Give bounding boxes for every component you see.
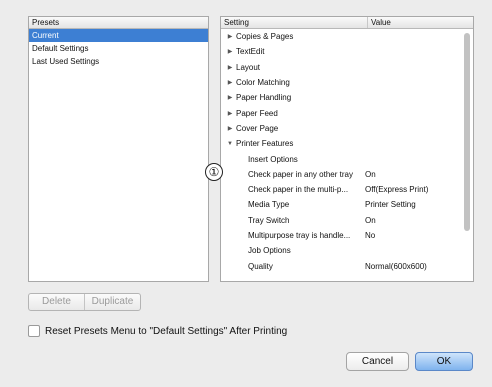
reset-presets-label: Reset Presets Menu to "Default Settings"… xyxy=(45,325,288,337)
setting-row[interactable]: Job Options xyxy=(221,243,473,258)
setting-name-cell: ▼ Printer Features xyxy=(221,139,365,148)
setting-row[interactable]: ▼ Printer Features xyxy=(221,136,473,151)
setting-name-cell: ▶ Copies & Pages xyxy=(221,32,365,41)
preset-actions: Delete Duplicate xyxy=(28,293,141,311)
disclosure-triangle-right-icon[interactable]: ▶ xyxy=(226,79,234,86)
setting-value: On xyxy=(365,215,376,225)
disclosure-triangle-right-icon[interactable]: ▶ xyxy=(226,33,234,40)
setting-name-cell: ▶ Color Matching xyxy=(221,78,365,87)
settings-scrollbar[interactable] xyxy=(464,33,470,231)
duplicate-button[interactable]: Duplicate xyxy=(84,294,140,310)
disclosure-triangle-right-icon[interactable]: ▶ xyxy=(226,64,234,71)
setting-row[interactable]: Media Type Printer Setting xyxy=(221,197,473,212)
setting-name-cell: ▶ Layout xyxy=(221,63,365,72)
setting-name: Layout xyxy=(236,62,261,72)
setting-name: Tray Switch xyxy=(248,215,290,225)
setting-name: Paper Feed xyxy=(236,108,278,118)
setting-name: Media Type xyxy=(248,200,290,210)
settings-header: Setting Value xyxy=(221,17,473,29)
setting-name: Paper Handling xyxy=(236,93,292,103)
preset-item[interactable]: Default Settings xyxy=(29,42,208,55)
setting-name: Check paper in any other tray xyxy=(248,169,353,179)
setting-value: Printer Setting xyxy=(365,200,416,210)
setting-column-header[interactable]: Setting xyxy=(224,17,368,28)
setting-name-cell: ▶ Paper Feed xyxy=(221,109,365,118)
setting-name-cell: Insert Options xyxy=(221,155,365,164)
preset-item[interactable]: Last Used Settings xyxy=(29,55,208,68)
setting-name-cell: ▶ Paper Handling xyxy=(221,93,365,102)
disclosure-triangle-right-icon[interactable]: ▶ xyxy=(226,94,234,101)
setting-name: Check paper in the multi-p... xyxy=(248,185,349,195)
presets-list[interactable]: Presets Current Default Settings Last Used… xyxy=(28,16,209,282)
setting-row[interactable]: ▶ Copies & Pages xyxy=(221,29,473,44)
setting-value: Normal(600x600) xyxy=(365,261,427,271)
setting-row[interactable]: ▶ Paper Handling xyxy=(221,90,473,105)
setting-row[interactable]: ▶ Paper Feed xyxy=(221,105,473,120)
setting-row[interactable]: ▶ Cover Page xyxy=(221,121,473,136)
delete-button[interactable]: Delete xyxy=(29,294,84,310)
setting-value: No xyxy=(365,231,376,240)
setting-name-cell: ▶ TextEdit xyxy=(221,47,365,56)
setting-row[interactable]: ▶ Color Matching xyxy=(221,75,473,90)
value-column-header[interactable]: Value xyxy=(368,17,473,28)
setting-name: Cover Page xyxy=(236,123,279,133)
setting-name: Copies & Pages xyxy=(236,32,294,42)
disclosure-triangle-right-icon[interactable]: ▶ xyxy=(226,125,234,132)
reset-presets-option[interactable]: Reset Presets Menu to "Default Settings"… xyxy=(28,325,287,337)
disclosure-triangle-right-icon[interactable]: ▶ xyxy=(226,48,234,55)
setting-name: Insert Options xyxy=(248,154,298,164)
setting-name-cell: ▶ Cover Page xyxy=(221,124,365,133)
setting-name-cell: Multipurpose tray is handle... xyxy=(221,231,365,240)
preset-item[interactable]: Current xyxy=(29,29,208,42)
disclosure-triangle-right-icon[interactable]: ▶ xyxy=(226,110,234,117)
setting-name: Multipurpose tray is handle... xyxy=(248,231,351,240)
settings-table[interactable]: Setting Value ▶ Copies & Pages ▶ TextEdit ▶ L… xyxy=(220,16,474,282)
setting-name-cell: Quality xyxy=(221,262,365,271)
setting-row[interactable]: Tray Switch On xyxy=(221,213,473,228)
reset-presets-checkbox[interactable] xyxy=(28,325,40,337)
presets-header[interactable]: Presets xyxy=(29,17,208,29)
setting-name-cell: Media Type xyxy=(221,200,365,209)
setting-row[interactable]: Check paper in the multi-p... Off(Express… xyxy=(221,182,473,197)
setting-name-cell: Check paper in any other tray xyxy=(221,170,365,179)
setting-value: Off(Express Print) xyxy=(365,185,429,195)
setting-row[interactable]: Multipurpose tray is handle... No xyxy=(221,228,473,243)
setting-name-cell: Job Options xyxy=(221,246,365,255)
setting-value: On xyxy=(365,169,376,179)
setting-row[interactable]: Quality Normal(600x600) xyxy=(221,258,473,273)
setting-name-cell: Tray Switch xyxy=(221,216,365,225)
setting-row[interactable]: ▶ Layout xyxy=(221,60,473,75)
callout-marker: ① xyxy=(205,163,223,181)
setting-name: Color Matching xyxy=(236,78,290,88)
disclosure-triangle-down-icon[interactable]: ▼ xyxy=(226,141,234,147)
setting-row[interactable]: Insert Options xyxy=(221,151,473,166)
setting-name: Job Options xyxy=(248,246,291,256)
setting-row[interactable]: ▶ TextEdit xyxy=(221,44,473,59)
setting-name: TextEdit xyxy=(236,47,265,57)
cancel-button[interactable]: Cancel xyxy=(346,352,409,371)
setting-name: Quality xyxy=(248,261,273,271)
setting-name-cell: Check paper in the multi-p... xyxy=(221,185,365,194)
ok-button[interactable]: OK xyxy=(415,352,473,371)
setting-row[interactable]: Check paper in any other tray On xyxy=(221,167,473,182)
setting-name: Printer Features xyxy=(236,139,294,149)
